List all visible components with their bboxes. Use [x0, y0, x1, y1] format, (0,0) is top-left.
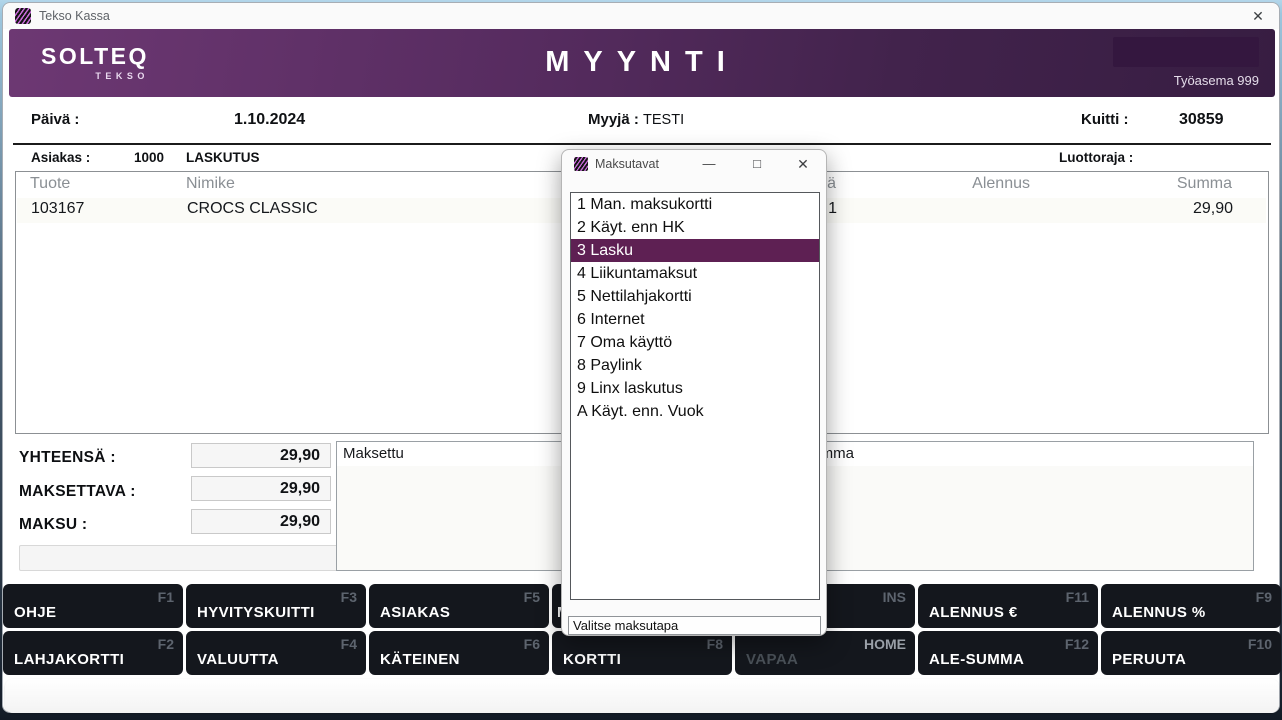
button-key: F2 — [158, 636, 174, 652]
button-label: ASIAKAS — [380, 604, 450, 621]
dialog-status-bar: Valitse maksutapa — [568, 616, 821, 635]
button-label: OHJE — [14, 604, 56, 621]
button-label: ALE-SUMMA — [929, 651, 1024, 668]
button-key: F6 — [524, 636, 540, 652]
bottom-status-strip — [5, 679, 1279, 713]
payment-method-item[interactable]: 4 Liikuntamaksut — [571, 262, 819, 285]
customer-code: 1000 — [134, 150, 164, 165]
receipt-number-label: Kuitti : — [1081, 111, 1128, 128]
button-key: F5 — [524, 589, 540, 605]
customer-button[interactable]: ASIAKAS F5 — [369, 584, 549, 628]
maximize-icon[interactable]: □ — [746, 154, 768, 174]
free-payment-button: VAPAA HOME — [735, 631, 915, 675]
button-key: F8 — [707, 636, 723, 652]
paid-panel-title: Maksettu — [343, 445, 404, 462]
credit-limit-label: Luottoraja : — [1059, 150, 1133, 165]
function-button-row-2: LAHJAKORTTI F2 VALUUTTA F4 KÄTEINEN F6 K… — [3, 631, 1281, 675]
window-titlebar: Tekso Kassa ✕ — [3, 3, 1279, 29]
button-label: KORTTI — [563, 651, 621, 668]
amount-entry-field[interactable] — [19, 545, 349, 571]
window-title: Tekso Kassa — [39, 9, 110, 23]
payment-method-item[interactable]: 2 Käyt. enn HK — [571, 216, 819, 239]
cell-name: CROCS CLASSIC — [187, 200, 318, 218]
payment-method-item[interactable]: 7 Oma käyttö — [571, 331, 819, 354]
tekso-app-icon — [15, 8, 31, 24]
button-key: HOME — [864, 636, 906, 652]
cell-total: 29,90 — [1067, 200, 1233, 218]
payment-method-item[interactable]: 9 Linx laskutus — [571, 377, 819, 400]
date-label: Päivä : — [31, 111, 79, 128]
customer-label: Asiakas : — [31, 150, 90, 165]
minimize-icon[interactable]: — — [698, 154, 720, 174]
button-label: ALENNUS € — [929, 604, 1018, 621]
seller-field: Myyjä : TESTI — [588, 111, 684, 128]
seller-value: TESTI — [643, 112, 684, 128]
window-close-icon[interactable]: ✕ — [1247, 6, 1269, 26]
button-key: INS — [883, 589, 906, 605]
header-divider — [13, 143, 1271, 145]
column-header-name: Nimike — [186, 175, 235, 193]
button-label: LAHJAKORTTI — [14, 651, 124, 668]
close-icon[interactable]: ✕ — [792, 154, 814, 174]
payment-method-item[interactable]: 1 Man. maksukortti — [571, 193, 819, 216]
column-header-total: Summa — [1066, 175, 1232, 193]
card-button[interactable]: KORTTI F8 — [552, 631, 732, 675]
payment-methods-dialog: Maksutavat — □ ✕ 1 Man. maksukortti 2 Kä… — [561, 149, 827, 636]
dialog-titlebar: Maksutavat — □ ✕ — [562, 150, 826, 178]
workstation-label: Työasema 999 — [1174, 73, 1259, 88]
tekso-app-icon — [574, 157, 588, 171]
total-value: 29,90 — [191, 443, 331, 468]
button-label: VALUUTTA — [197, 651, 279, 668]
seller-label: Myyjä : — [588, 111, 639, 128]
discount-euro-button[interactable]: ALENNUS € F11 — [918, 584, 1098, 628]
currency-button[interactable]: VALUUTTA F4 — [186, 631, 366, 675]
button-label: HYVITYSKUITTI — [197, 604, 315, 621]
payment-method-item-selected[interactable]: 3 Lasku — [571, 239, 819, 262]
header-dark-panel — [1113, 37, 1259, 67]
payment-value: 29,90 — [191, 509, 331, 534]
payment-method-list: 1 Man. maksukortti 2 Käyt. enn HK 3 Lask… — [570, 192, 820, 600]
payment-method-item[interactable]: 5 Nettilahjakortti — [571, 285, 819, 308]
discount-total-button[interactable]: ALE-SUMMA F12 — [918, 631, 1098, 675]
payment-method-item[interactable]: 6 Internet — [571, 308, 819, 331]
dialog-title: Maksutavat — [595, 157, 659, 171]
credit-receipt-button[interactable]: HYVITYSKUITTI F3 — [186, 584, 366, 628]
total-label: YHTEENSÄ : — [19, 449, 116, 467]
app-header: SOLTEQ TEKSO MYYNTI Työasema 999 — [9, 29, 1275, 97]
payment-method-item[interactable]: A Käyt. enn. Vuok — [571, 400, 819, 423]
tekso-kassa-window: Tekso Kassa ✕ SOLTEQ TEKSO MYYNTI Työase… — [2, 2, 1280, 713]
payment-method-item[interactable]: 8 Paylink — [571, 354, 819, 377]
payable-value: 29,90 — [191, 476, 331, 501]
button-key: F10 — [1248, 636, 1272, 652]
date-value: 1.10.2024 — [234, 111, 305, 129]
button-key: F1 — [158, 589, 174, 605]
cell-product: 103167 — [31, 200, 84, 218]
cancel-button[interactable]: PERUUTA F10 — [1101, 631, 1281, 675]
button-key: F11 — [1066, 589, 1089, 605]
page-title: MYYNTI — [9, 46, 1275, 79]
payable-label: MAKSETTAVA : — [19, 483, 136, 501]
customer-name: LASKUTUS — [186, 150, 260, 165]
button-key: F12 — [1065, 636, 1089, 652]
button-key: F3 — [341, 589, 357, 605]
gift-card-button[interactable]: LAHJAKORTTI F2 — [3, 631, 183, 675]
button-label: ALENNUS % — [1112, 604, 1206, 621]
button-label: VAPAA — [746, 651, 798, 668]
column-header-discount: Alennus — [896, 175, 1030, 193]
help-button[interactable]: OHJE F1 — [3, 584, 183, 628]
payment-label: MAKSU : — [19, 516, 87, 534]
column-header-product: Tuote — [30, 175, 70, 193]
button-key: F4 — [341, 636, 357, 652]
button-label: KÄTEINEN — [380, 651, 460, 668]
button-label: PERUUTA — [1112, 651, 1186, 668]
cash-button[interactable]: KÄTEINEN F6 — [369, 631, 549, 675]
button-key: F9 — [1256, 589, 1272, 605]
receipt-number-value: 30859 — [1179, 111, 1224, 129]
discount-percent-button[interactable]: ALENNUS % F9 — [1101, 584, 1281, 628]
